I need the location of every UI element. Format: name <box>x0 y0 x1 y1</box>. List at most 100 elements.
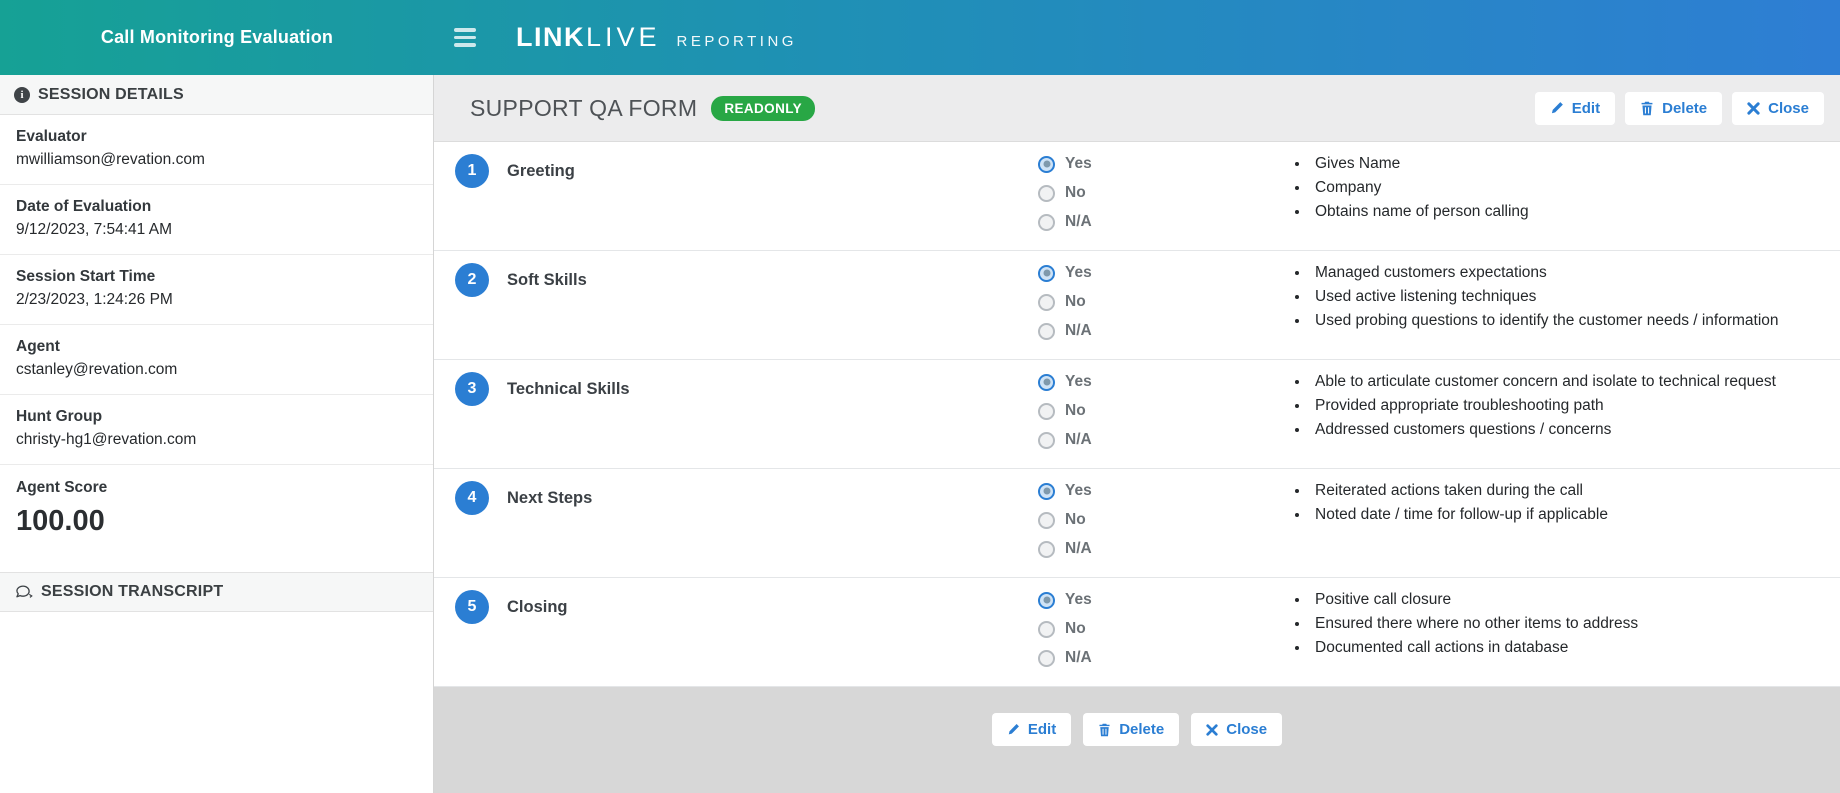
readonly-badge: READONLY <box>711 96 815 121</box>
session-field: Evaluator mwilliamson@revation.com <box>0 115 433 185</box>
chat-icon <box>14 585 33 600</box>
radio-yes[interactable]: Yes <box>1038 372 1290 392</box>
edit-button[interactable]: Edit <box>1535 92 1615 125</box>
radio-yes[interactable]: Yes <box>1038 481 1290 501</box>
session-field: Agent cstanley@revation.com <box>0 325 433 395</box>
edit-button-bottom[interactable]: Edit <box>992 713 1071 746</box>
radio-unselected-icon <box>1038 214 1055 231</box>
logo-reporting: REPORTING <box>677 33 797 50</box>
field-label: Evaluator <box>16 128 417 146</box>
question-options: Yes No N/A <box>1038 469 1290 577</box>
footer-actions: Edit Delete Close <box>434 687 1840 793</box>
form-title: SUPPORT QA FORM <box>470 95 697 122</box>
radio-unselected-icon <box>1038 323 1055 340</box>
radio-na[interactable]: N/A <box>1038 648 1290 668</box>
radio-label: N/A <box>1065 213 1092 231</box>
trash-icon <box>1640 101 1654 116</box>
session-field: Hunt Group christy-hg1@revation.com <box>0 395 433 465</box>
field-label: Agent <box>16 338 417 356</box>
radio-unselected-icon <box>1038 512 1055 529</box>
question-criteria: Able to articulate customer concern and … <box>1290 360 1840 468</box>
logo-link: LINK <box>516 22 585 53</box>
criteria-item: Ensured there where no other items to ad… <box>1310 612 1820 636</box>
agent-score-value: 100.00 <box>16 505 105 537</box>
app-title: Call Monitoring Evaluation <box>101 27 333 48</box>
field-label: Hunt Group <box>16 408 417 426</box>
radio-label: Yes <box>1065 482 1092 500</box>
field-value: christy-hg1@revation.com <box>16 431 417 449</box>
question-number-badge: 1 <box>455 154 489 188</box>
radio-selected-icon <box>1038 592 1055 609</box>
radio-unselected-icon <box>1038 403 1055 420</box>
radio-na[interactable]: N/A <box>1038 430 1290 450</box>
radio-yes[interactable]: Yes <box>1038 154 1290 174</box>
radio-label: No <box>1065 184 1086 202</box>
radio-unselected-icon <box>1038 185 1055 202</box>
radio-no[interactable]: No <box>1038 619 1290 639</box>
question-label: Greeting <box>507 154 575 188</box>
qa-form-main: SUPPORT QA FORM READONLY Edit Delete <box>434 75 1840 793</box>
question-options: Yes No N/A <box>1038 142 1290 250</box>
criteria-item: Used active listening techniques <box>1310 285 1820 309</box>
field-value: 2/23/2023, 1:24:26 PM <box>16 291 417 309</box>
criteria-item: Used probing questions to identify the c… <box>1310 309 1820 333</box>
question-criteria: Positive call closureEnsured there where… <box>1290 578 1840 686</box>
trash-icon <box>1098 723 1111 737</box>
radio-no[interactable]: No <box>1038 183 1290 203</box>
radio-label: No <box>1065 511 1086 529</box>
radio-yes[interactable]: Yes <box>1038 590 1290 610</box>
close-button[interactable]: Close <box>1732 92 1824 125</box>
question-options: Yes No N/A <box>1038 360 1290 468</box>
delete-button-bottom[interactable]: Delete <box>1083 713 1179 746</box>
radio-na[interactable]: N/A <box>1038 321 1290 341</box>
question-number-badge: 5 <box>455 590 489 624</box>
radio-no[interactable]: No <box>1038 292 1290 312</box>
linklive-logo: LINK LIVE REPORTING <box>516 22 797 53</box>
criteria-item: Noted date / time for follow-up if appli… <box>1310 503 1820 527</box>
question-row: 1 Greeting YesNoN/A Gives NameCompanyObt… <box>434 142 1840 251</box>
radio-label: Yes <box>1065 155 1092 173</box>
radio-unselected-icon <box>1038 294 1055 311</box>
question-row: 3 Technical Skills YesNoN/A Able to arti… <box>434 360 1840 469</box>
session-field: Session Start Time 2/23/2023, 1:24:26 PM <box>0 255 433 325</box>
radio-label: N/A <box>1065 322 1092 340</box>
delete-button[interactable]: Delete <box>1625 92 1722 125</box>
session-field: Date of Evaluation 9/12/2023, 7:54:41 AM <box>0 185 433 255</box>
radio-label: No <box>1065 620 1086 638</box>
question-label: Technical Skills <box>507 372 630 406</box>
question-number-badge: 4 <box>455 481 489 515</box>
criteria-item: Provided appropriate troubleshooting pat… <box>1310 394 1820 418</box>
radio-yes[interactable]: Yes <box>1038 263 1290 283</box>
radio-label: Yes <box>1065 373 1092 391</box>
close-button-bottom[interactable]: Close <box>1191 713 1282 746</box>
radio-no[interactable]: No <box>1038 401 1290 421</box>
radio-label: N/A <box>1065 431 1092 449</box>
menu-button[interactable] <box>448 22 482 53</box>
radio-no[interactable]: No <box>1038 510 1290 530</box>
field-label: Date of Evaluation <box>16 198 417 216</box>
criteria-item: Reiterated actions taken during the call <box>1310 479 1820 503</box>
radio-unselected-icon <box>1038 650 1055 667</box>
field-label: Session Start Time <box>16 268 417 286</box>
pencil-icon <box>1007 723 1020 736</box>
radio-label: No <box>1065 402 1086 420</box>
question-label: Next Steps <box>507 481 592 515</box>
question-options: Yes No N/A <box>1038 578 1290 686</box>
radio-unselected-icon <box>1038 541 1055 558</box>
session-transcript-title: SESSION TRANSCRIPT <box>41 583 223 601</box>
radio-label: No <box>1065 293 1086 311</box>
hamburger-icon <box>454 28 476 32</box>
criteria-item: Able to articulate customer concern and … <box>1310 370 1820 394</box>
session-sidebar: i SESSION DETAILS Evaluator mwilliamson@… <box>0 75 434 793</box>
session-transcript-header[interactable]: SESSION TRANSCRIPT <box>0 572 433 612</box>
radio-label: N/A <box>1065 540 1092 558</box>
radio-na[interactable]: N/A <box>1038 212 1290 232</box>
radio-unselected-icon <box>1038 432 1055 449</box>
agent-score-label: Agent Score <box>16 479 417 497</box>
radio-na[interactable]: N/A <box>1038 539 1290 559</box>
question-criteria: Reiterated actions taken during the call… <box>1290 469 1840 577</box>
radio-unselected-icon <box>1038 621 1055 638</box>
session-details-header[interactable]: i SESSION DETAILS <box>0 75 433 115</box>
radio-selected-icon <box>1038 156 1055 173</box>
criteria-item: Managed customers expectations <box>1310 261 1820 285</box>
